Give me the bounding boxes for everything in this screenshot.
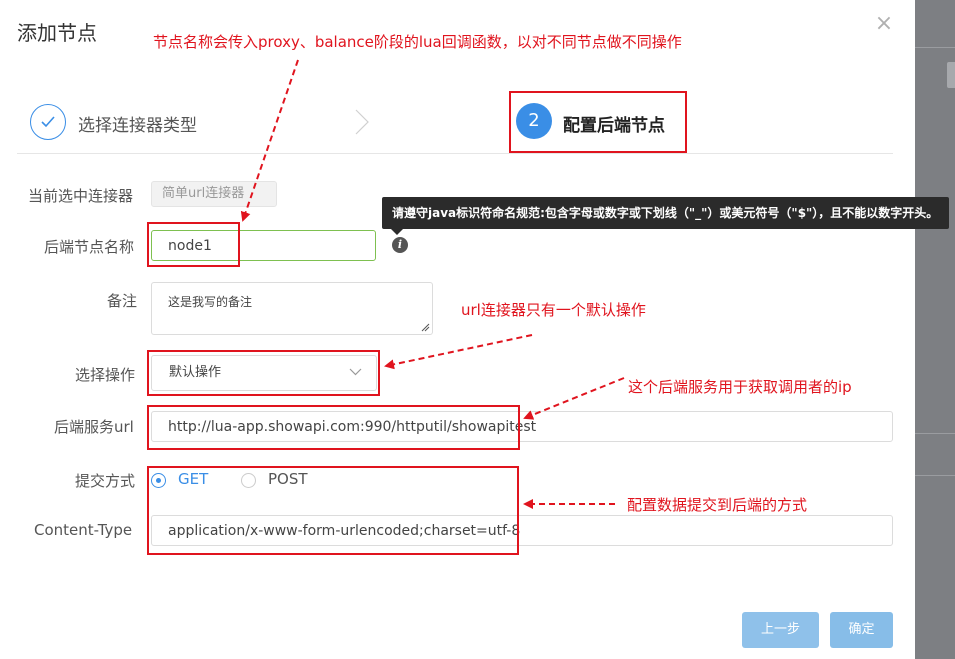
backdrop-chip <box>947 62 955 88</box>
service-url-value: http://lua-app.showapi.com:990/httputil/… <box>168 418 537 435</box>
annotation-url-note: 这个后端服务用于获取调用者的ip <box>628 378 852 396</box>
service-url-label: 后端服务url <box>54 418 134 436</box>
info-icon[interactable]: i <box>392 237 408 253</box>
backdrop-line <box>915 433 955 434</box>
add-node-dialog: 添加节点 × 选择连接器类型 2 配置后端节点 当前选中连接器 简单url连接器… <box>0 0 949 659</box>
close-icon[interactable]: × <box>873 13 895 35</box>
tooltip-arrow <box>391 229 403 235</box>
operation-select[interactable]: 默认操作 <box>151 355 377 391</box>
steps-divider <box>17 153 893 154</box>
node-name-input[interactable]: node1 <box>151 230 376 261</box>
prev-button[interactable]: 上一步 <box>742 612 819 648</box>
operation-label: 选择操作 <box>75 366 136 384</box>
chevron-down-icon <box>349 368 362 376</box>
annotation-node-name-note: 节点名称会传入proxy、balance阶段的lua回调函数，以对不同节点做不同… <box>153 33 682 51</box>
node-name-label: 后端节点名称 <box>44 238 135 256</box>
page-backdrop <box>915 0 955 659</box>
remark-textarea[interactable]: 这是我写的备注 <box>151 282 433 335</box>
content-type-input[interactable]: application/x-www-form-urlencoded;charse… <box>151 515 893 546</box>
service-url-input[interactable]: http://lua-app.showapi.com:990/httputil/… <box>151 411 893 442</box>
radio-get[interactable] <box>151 473 166 488</box>
content-type-value: application/x-www-form-urlencoded;charse… <box>168 522 521 539</box>
step-separator-chevron-icon <box>355 109 369 135</box>
radio-post-label[interactable]: POST <box>268 470 308 488</box>
radio-get-label[interactable]: GET <box>178 470 208 488</box>
check-icon <box>41 116 55 128</box>
backdrop-line <box>915 475 955 476</box>
node-name-value: node1 <box>168 237 212 254</box>
connector-label: 当前选中连接器 <box>28 187 134 205</box>
annotation-submit-note: 配置数据提交到后端的方式 <box>627 496 808 514</box>
resize-grip-icon[interactable] <box>421 323 430 332</box>
naming-rule-tooltip: 请遵守java标识符命名规范:包含字母或数字或下划线（"_"）或美元符号（"$"… <box>382 197 949 229</box>
remark-label: 备注 <box>107 292 138 310</box>
annotation-operation-note: url连接器只有一个默认操作 <box>461 301 646 319</box>
step-2-label: 配置后端节点 <box>563 116 665 136</box>
submit-method-label: 提交方式 <box>75 472 136 490</box>
backdrop-line <box>915 47 955 48</box>
connector-value: 简单url连接器 <box>151 181 277 207</box>
step-2-indicator: 2 <box>516 103 552 139</box>
step-1-indicator <box>30 104 66 140</box>
content-type-label: Content-Type <box>34 521 133 539</box>
ok-button[interactable]: 确定 <box>830 612 893 648</box>
operation-value: 默认操作 <box>169 365 222 380</box>
remark-value: 这是我写的备注 <box>168 295 253 309</box>
dialog-title: 添加节点 <box>17 21 97 45</box>
radio-post[interactable] <box>241 473 256 488</box>
step-1-label: 选择连接器类型 <box>78 116 197 136</box>
